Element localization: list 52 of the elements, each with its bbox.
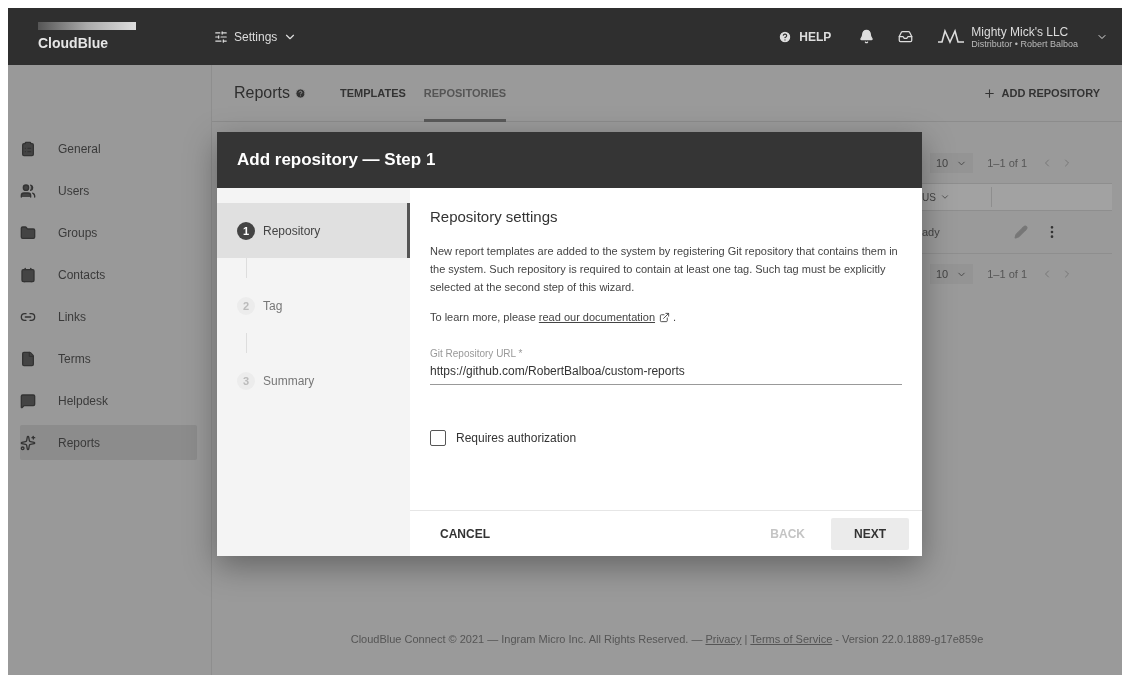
page-size-select[interactable]: 10	[930, 264, 974, 284]
logo-text: CloudBlue	[38, 35, 109, 51]
account-menu[interactable]: Mighty Mick's LLC Distributor • Robert Balboa	[937, 24, 1108, 49]
sidebar-item[interactable]: Groups	[20, 215, 197, 250]
sidebar-item[interactable]: Users	[20, 173, 197, 208]
people-icon	[20, 182, 36, 199]
add-repository-button[interactable]: ADD REPOSITORY	[976, 85, 1106, 101]
separator-text: |	[744, 633, 748, 645]
wizard-step[interactable]: 1 Repository	[217, 203, 410, 258]
sidebar-item[interactable]: Links	[20, 299, 197, 334]
tab[interactable]: REPOSITORIES	[423, 64, 507, 122]
sliders-icon	[214, 29, 228, 44]
field-label: Git Repository URL *	[430, 348, 524, 359]
status-cell-text: ady	[922, 226, 941, 238]
notifications-button[interactable]	[859, 29, 875, 44]
folder-icon	[20, 224, 36, 241]
external-link-icon	[659, 311, 671, 323]
copyright-text: CloudBlue Connect © 2021 — Ingram Micro Inc. All Rights Reserved. —	[350, 633, 703, 645]
dialog-title: Add repository — Step 1	[217, 132, 922, 188]
tab[interactable]: TEMPLATES	[340, 64, 406, 122]
page-size-select[interactable]: 10	[930, 153, 974, 173]
inbox-button[interactable]	[898, 29, 914, 44]
pagination-range: 1–1 of 1	[987, 268, 1027, 280]
url-field[interactable]: https://github.com/RobertBalboa/custom-reports	[430, 364, 902, 385]
help-icon[interactable]	[295, 87, 307, 99]
help-icon	[778, 29, 793, 44]
settings-menu[interactable]: Settings	[214, 29, 298, 44]
plus-icon	[982, 86, 996, 100]
checkbox[interactable]	[430, 430, 446, 446]
footer-link[interactable]: Privacy	[705, 633, 742, 645]
documentation-link[interactable]: read our documentation	[538, 308, 671, 326]
dialog-button[interactable]: NEXT	[831, 517, 909, 550]
version-text: - Version 22.0.1889-g17e859e	[835, 633, 984, 645]
section-heading: Repository settings	[430, 208, 559, 225]
sidebar-item[interactable]: Reports	[20, 425, 197, 460]
dialog-button[interactable]: CANCEL	[430, 517, 500, 550]
sort-icon	[939, 192, 950, 202]
description-text: New report templates are added to the system by registering Git repository that contains them in the system. Such repository is required to contain at least one tag. Such tag must be explicitly selected at the second step of this wizard.	[430, 244, 899, 295]
clipboard-icon	[20, 140, 36, 157]
sidebar-item[interactable]: Terms	[20, 341, 197, 376]
checkbox-label: Requires authorization	[456, 431, 577, 445]
sidebar-item[interactable]: Contacts	[20, 257, 197, 292]
footer-link[interactable]: Terms of Service	[750, 633, 833, 645]
document-icon	[20, 350, 36, 367]
chat-icon	[20, 392, 36, 409]
logo-icon	[937, 27, 966, 46]
learn-more-text: To learn more, please read our documentation .	[430, 308, 902, 326]
pagination-range: 1–1 of 1	[987, 157, 1027, 169]
sidebar-item[interactable]: Helpdesk	[20, 383, 197, 418]
page-title: Reports	[234, 84, 291, 102]
help-button[interactable]: HELP	[772, 28, 838, 45]
sidebar-item[interactable]: General	[20, 131, 197, 166]
